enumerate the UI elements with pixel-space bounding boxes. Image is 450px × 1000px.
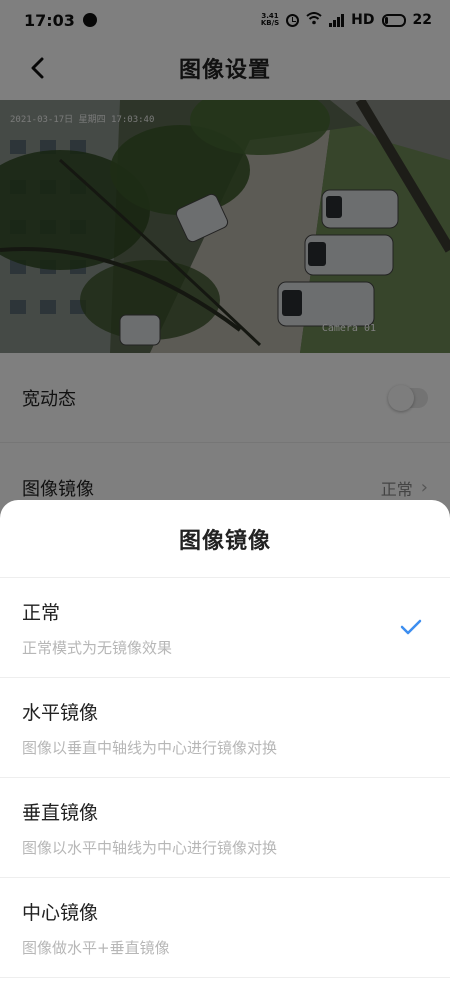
option-description: 正常模式为无镜像效果 <box>22 638 173 657</box>
sheet-title: 图像镜像 <box>0 500 450 578</box>
option-horizontal-mirror[interactable]: 水平镜像 图像以垂直中轴线为中心进行镜像对换 <box>0 678 450 778</box>
option-label: 中心镜像 <box>22 901 99 924</box>
option-description: 图像以水平中轴线为中心进行镜像对换 <box>22 838 278 857</box>
option-description: 图像以垂直中轴线为中心进行镜像对换 <box>22 738 278 757</box>
option-label: 水平镜像 <box>22 701 99 724</box>
check-icon <box>400 619 422 635</box>
option-vertical-mirror[interactable]: 垂直镜像 图像以水平中轴线为中心进行镜像对换 <box>0 778 450 878</box>
option-label: 正常 <box>22 601 61 624</box>
option-center-mirror[interactable]: 中心镜像 图像做水平+垂直镜像 <box>0 878 450 978</box>
option-description: 图像做水平+垂直镜像 <box>22 938 170 957</box>
option-label: 垂直镜像 <box>22 801 99 824</box>
image-mirror-sheet: 图像镜像 正常 正常模式为无镜像效果 水平镜像 图像以垂直中轴线为中心进行镜像对… <box>0 500 450 1000</box>
option-normal[interactable]: 正常 正常模式为无镜像效果 <box>0 578 450 678</box>
